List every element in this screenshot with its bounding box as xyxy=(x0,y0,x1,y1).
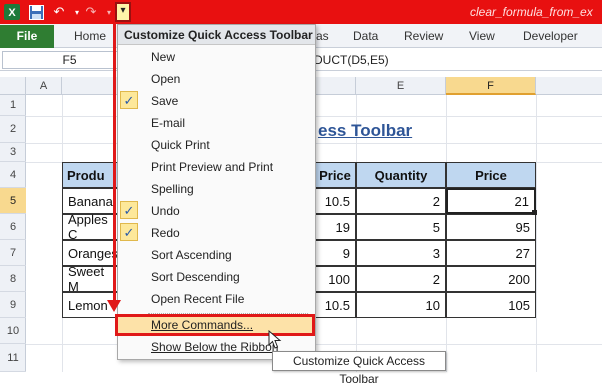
tab-formulas[interactable]: as xyxy=(316,29,329,43)
table-cell-unit-price[interactable]: 100 xyxy=(314,266,356,292)
row-header-11[interactable]: 11 xyxy=(0,344,26,372)
table-cell-quantity[interactable]: 2 xyxy=(356,188,446,214)
table-cell-unit-price[interactable]: 10.5 xyxy=(314,292,356,318)
window-title: clear_formula_from_ex xyxy=(470,5,593,19)
table-cell-unit-price[interactable]: 19 xyxy=(314,214,356,240)
formula-input[interactable]: DUCT(D5,E5) xyxy=(314,53,389,67)
sheet-title: ess Toolbar xyxy=(318,121,413,140)
table-cell-price[interactable]: 105 xyxy=(446,292,536,318)
row-header-9[interactable]: 9 xyxy=(0,292,26,318)
menu-item-print-preview[interactable]: Print Preview and Print xyxy=(151,160,273,174)
table-cell-price[interactable]: 200 xyxy=(446,266,536,292)
tab-review[interactable]: Review xyxy=(404,29,443,43)
column-header-f[interactable]: F xyxy=(446,77,536,95)
table-header-quantity: Quantity xyxy=(356,162,446,188)
undo-icon[interactable]: ↶ xyxy=(50,3,68,21)
tab-data[interactable]: Data xyxy=(353,29,378,43)
table-cell-quantity[interactable]: 10 xyxy=(356,292,446,318)
column-header-c-partial[interactable] xyxy=(316,77,356,95)
menu-item-email[interactable]: E-mail xyxy=(151,116,185,130)
checkmark-icon: ✓ xyxy=(120,223,138,241)
menu-item-open[interactable]: Open xyxy=(151,72,180,86)
checkmark-icon: ✓ xyxy=(120,91,138,109)
table-cell-price[interactable]: 27 xyxy=(446,240,536,266)
row-header-1[interactable]: 1 xyxy=(0,95,26,116)
menu-item-spelling[interactable]: Spelling xyxy=(151,182,194,196)
select-all-corner[interactable] xyxy=(0,77,26,95)
table-cell-unit-price[interactable]: 10.5 xyxy=(314,188,356,214)
table-cell-quantity[interactable]: 3 xyxy=(356,240,446,266)
table-header-unit-price: Price xyxy=(314,162,356,188)
gridline xyxy=(536,95,537,372)
row-header-2[interactable]: 2 xyxy=(0,116,26,143)
column-header-e[interactable]: E xyxy=(356,77,446,95)
checkmark-icon: ✓ xyxy=(120,201,138,219)
save-icon[interactable] xyxy=(27,3,45,21)
row-header-4[interactable]: 4 xyxy=(0,162,26,188)
table-cell-quantity[interactable]: 5 xyxy=(356,214,446,240)
table-cell-quantity[interactable]: 2 xyxy=(356,266,446,292)
annotation-arrow-line xyxy=(113,23,116,303)
menu-item-save[interactable]: Save xyxy=(151,94,178,108)
tab-view[interactable]: View xyxy=(469,29,495,43)
excel-logo-icon[interactable]: X xyxy=(3,3,21,21)
customize-qat-menu xyxy=(117,24,316,360)
menu-item-open-recent-file[interactable]: Open Recent File xyxy=(151,292,244,306)
table-cell-price-selected[interactable]: 21 xyxy=(446,188,536,214)
row-header-10[interactable]: 10 xyxy=(0,318,26,344)
redo-icon[interactable]: ↷ xyxy=(82,3,100,21)
tab-developer[interactable]: Developer xyxy=(523,29,578,43)
mouse-cursor-icon xyxy=(268,329,282,350)
row-header-7[interactable]: 7 xyxy=(0,240,26,266)
menu-item-redo[interactable]: Redo xyxy=(151,226,180,240)
tooltip: Customize Quick Access Toolbar xyxy=(272,351,446,386)
menu-item-new[interactable]: New xyxy=(151,50,175,64)
fill-handle[interactable] xyxy=(532,210,537,215)
row-header-6[interactable]: 6 xyxy=(0,214,26,240)
annotation-arrow-head-icon xyxy=(107,300,121,312)
row-header-5[interactable]: 5 xyxy=(0,188,26,214)
menu-item-undo[interactable]: Undo xyxy=(151,204,180,218)
table-header-price: Price xyxy=(446,162,536,188)
tab-home[interactable]: Home xyxy=(74,29,106,43)
table-cell-price[interactable]: 95 xyxy=(446,214,536,240)
menu-item-quick-print[interactable]: Quick Print xyxy=(151,138,210,152)
menu-item-sort-ascending[interactable]: Sort Ascending xyxy=(151,248,232,262)
column-header-g[interactable] xyxy=(536,77,602,95)
table-cell-unit-price[interactable]: 9 xyxy=(314,240,356,266)
row-header-3[interactable]: 3 xyxy=(0,143,26,162)
menu-header: Customize Quick Access Toolbar xyxy=(118,25,315,45)
customize-dropdown-icon[interactable]: ▾ xyxy=(115,2,131,22)
row-header-8[interactable]: 8 xyxy=(0,266,26,292)
menu-item-show-below-ribbon[interactable]: Show Below the Ribbon xyxy=(151,340,278,354)
tab-file[interactable]: File xyxy=(0,25,54,48)
column-header-a[interactable]: A xyxy=(26,77,62,95)
menu-item-sort-descending[interactable]: Sort Descending xyxy=(151,270,240,284)
menu-item-more-commands[interactable]: More Commands... xyxy=(151,318,253,332)
svg-text:X: X xyxy=(8,7,16,19)
